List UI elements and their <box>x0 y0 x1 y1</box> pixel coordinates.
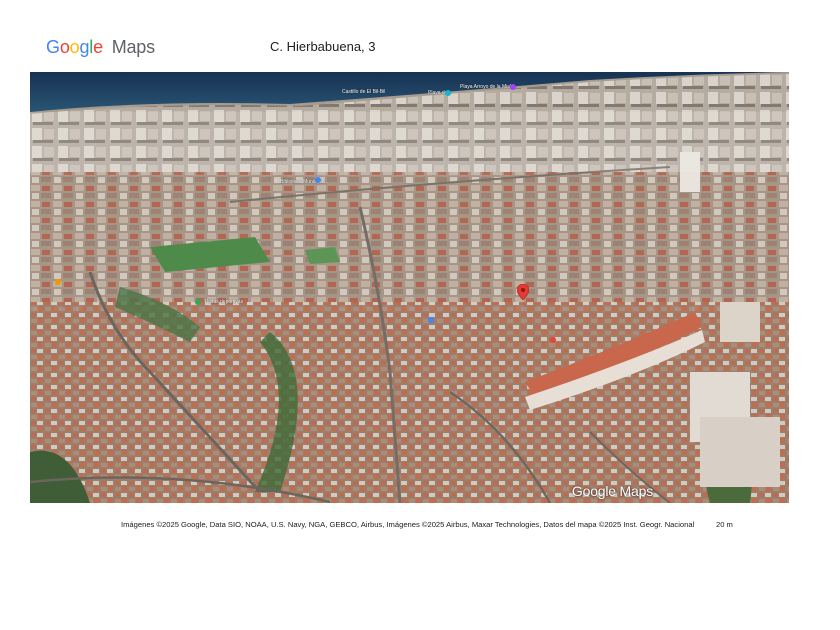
map-watermark: Google Maps <box>571 483 653 499</box>
google-maps-logo: Google Maps <box>46 36 155 58</box>
red-location-pin-icon[interactable] <box>517 284 529 300</box>
place-poi-icon[interactable] <box>550 337 556 343</box>
poi-label[interactable]: Pistas deportivas <box>205 299 243 305</box>
scale-label: 20 m <box>716 520 733 529</box>
place-poi-icon[interactable] <box>428 317 434 323</box>
poi-label[interactable]: Castillo de El Bil-Bil <box>342 89 385 95</box>
poi-label[interactable]: Biblioteca Municipal... <box>280 179 328 185</box>
satellite-map-view[interactable]: Castillo de El Bil-Bil Playa de... Playa… <box>30 72 789 503</box>
beach-poi-icon[interactable] <box>445 90 451 96</box>
poi-label[interactable]: Playa Arroyo de la Miel <box>460 84 511 90</box>
map-attribution: Imágenes ©2025 Google, Data SIO, NOAA, U… <box>121 520 695 529</box>
google-wordmark: Google <box>46 37 103 57</box>
museum-poi-icon[interactable] <box>315 177 321 183</box>
park-poi-icon[interactable] <box>195 299 201 305</box>
aerial-imagery <box>30 72 789 503</box>
shop-poi-icon[interactable] <box>55 279 61 285</box>
address-title: C. Hierbabuena, 3 <box>270 39 376 54</box>
maps-wordmark: Maps <box>111 37 155 57</box>
attraction-poi-icon[interactable] <box>510 84 516 90</box>
